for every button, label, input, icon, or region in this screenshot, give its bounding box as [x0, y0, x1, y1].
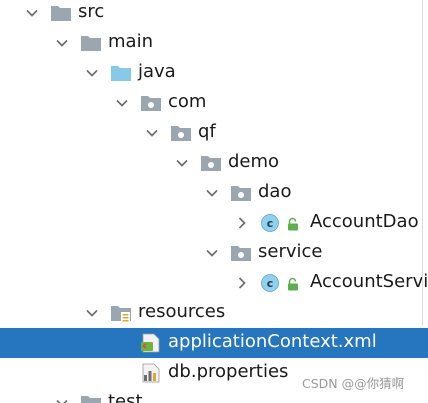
- java-class-icon: c: [260, 273, 282, 293]
- tree-node-java[interactable]: java: [0, 58, 428, 88]
- chevron-down-icon[interactable]: [24, 5, 40, 21]
- chevron-down-icon[interactable]: [204, 185, 220, 201]
- folder-icon: [80, 33, 102, 53]
- svg-text:c: c: [267, 217, 274, 230]
- panel-divider: [422, 0, 423, 326]
- tree-node-service[interactable]: service: [0, 238, 428, 268]
- package-icon: [200, 153, 222, 173]
- tree-node-accountdao[interactable]: c AccountDao: [0, 208, 428, 238]
- properties-file-icon: [140, 363, 162, 383]
- project-tree: src main java com qf demo dao c AccountDao servic…: [0, 0, 428, 403]
- watermark: CSDN @@你猜啊: [300, 375, 407, 393]
- chevron-down-icon[interactable]: [114, 95, 130, 111]
- resources-folder-icon: [110, 303, 132, 323]
- chevron-down-icon[interactable]: [204, 245, 220, 261]
- tree-node-main[interactable]: main: [0, 28, 428, 58]
- tree-node-label: db.properties: [168, 361, 289, 382]
- tree-node-label: test: [108, 391, 143, 403]
- svg-text:c: c: [267, 277, 274, 290]
- java-class-icon: c: [260, 213, 282, 233]
- lock-icon: [286, 216, 300, 231]
- source-root-folder-icon: [110, 63, 132, 83]
- tree-node-label: resources: [138, 301, 226, 322]
- package-icon: [140, 93, 162, 113]
- tree-node-resources[interactable]: resources: [0, 298, 428, 328]
- chevron-down-icon[interactable]: [54, 35, 70, 51]
- tree-node-label: dao: [258, 181, 292, 202]
- chevron-down-icon[interactable]: [84, 65, 100, 81]
- tree-node-label: main: [108, 31, 153, 52]
- chevron-down-icon[interactable]: [54, 395, 70, 403]
- tree-node-label: service: [258, 241, 323, 262]
- tree-node-label: AccountDao: [310, 211, 419, 232]
- lock-icon: [286, 276, 300, 291]
- chevron-down-icon[interactable]: [84, 305, 100, 321]
- tree-node-accountservice[interactable]: c AccountServic: [0, 268, 428, 298]
- tree-node-label: demo: [228, 151, 280, 172]
- folder-icon: [80, 393, 102, 403]
- tree-node-com[interactable]: com: [0, 88, 428, 118]
- tree-node-label: src: [78, 1, 105, 22]
- tree-node-label: applicationContext.xml: [168, 331, 377, 352]
- tree-node-label: qf: [198, 121, 216, 142]
- package-icon: [170, 123, 192, 143]
- tree-node-dao[interactable]: dao: [0, 178, 428, 208]
- tree-node-applicationcontext[interactable]: applicationContext.xml: [0, 328, 428, 358]
- chevron-down-icon[interactable]: [174, 155, 190, 171]
- spring-xml-file-icon: [140, 333, 162, 353]
- tree-node-src[interactable]: src: [0, 0, 428, 28]
- tree-node-label: AccountServic: [310, 271, 428, 292]
- package-icon: [230, 243, 252, 263]
- chevron-down-icon[interactable]: [144, 125, 160, 141]
- chevron-right-icon[interactable]: [234, 215, 250, 231]
- chevron-right-icon[interactable]: [234, 275, 250, 291]
- tree-node-label: java: [138, 61, 176, 82]
- tree-node-label: com: [168, 91, 207, 112]
- tree-node-qf[interactable]: qf: [0, 118, 428, 148]
- tree-node-demo[interactable]: demo: [0, 148, 428, 178]
- folder-icon: [50, 3, 72, 23]
- package-icon: [230, 183, 252, 203]
